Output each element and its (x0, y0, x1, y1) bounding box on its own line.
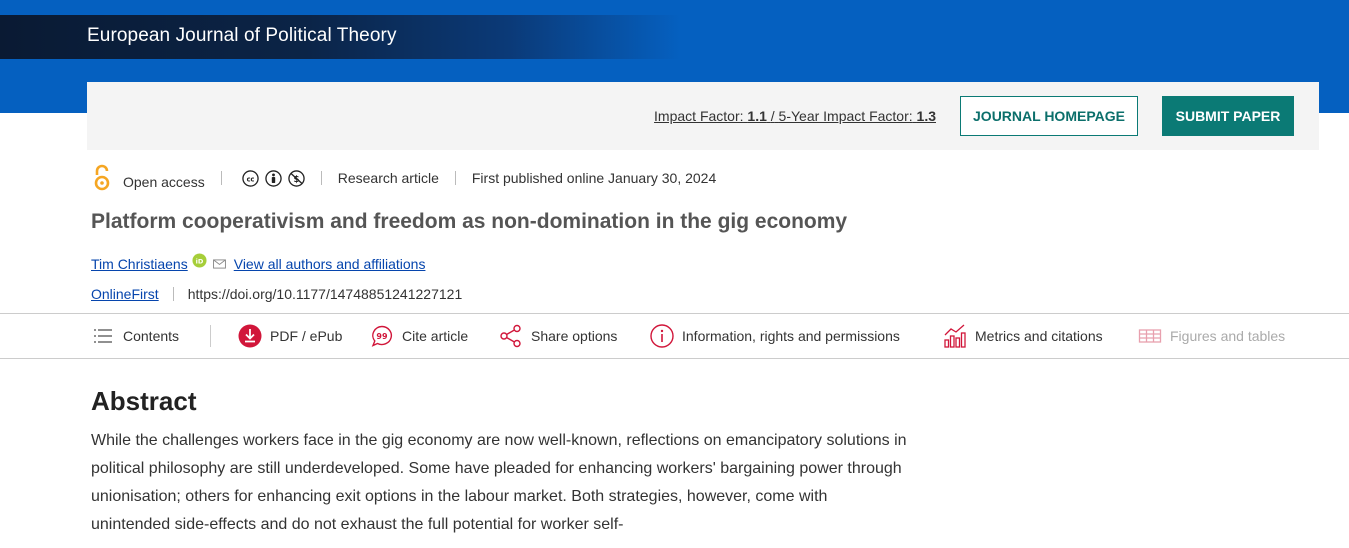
view-all-authors-link[interactable]: View all authors and affiliations (234, 256, 426, 272)
orcid-icon[interactable]: iD (192, 252, 207, 268)
attribution-icon (265, 169, 282, 187)
online-first-link[interactable]: OnlineFirst (91, 286, 159, 302)
svg-text:cc: cc (246, 175, 254, 183)
cite-article-label: Cite article (402, 328, 469, 344)
impact-factor-label: Impact Factor: (654, 108, 744, 124)
share-options-label: Share options (531, 328, 618, 344)
quote-bubble-icon: 99 (371, 325, 393, 347)
information-rights-label: Information, rights and permissions (682, 328, 900, 344)
toolbar-divider (210, 325, 211, 347)
svg-text:iD: iD (195, 257, 203, 265)
figures-tables-tool: Figures and tables (1138, 314, 1285, 358)
abstract-heading: Abstract (91, 386, 197, 416)
license-icons[interactable]: cc $ (242, 169, 305, 187)
non-commercial-icon: $ (288, 169, 305, 187)
information-rights-tool[interactable]: Information, rights and permissions (650, 314, 900, 358)
article-type: Research article (337, 170, 439, 186)
submit-paper-button[interactable]: SUBMIT PAPER (1162, 96, 1294, 136)
download-icon (238, 324, 262, 348)
open-access-label: Open access (123, 174, 205, 190)
impact-factor-link[interactable]: Impact Factor: 1.1 / 5-Year Impact Facto… (654, 108, 936, 124)
svg-text:99: 99 (376, 332, 388, 341)
contents-tool[interactable]: Contents (91, 314, 179, 358)
meta-divider (220, 171, 222, 185)
five-year-impact-label: 5-Year Impact Factor: (778, 108, 913, 124)
article-toolbar: Contents PDF / ePub 99 Cite article Shar… (0, 313, 1349, 359)
meta-divider (454, 171, 456, 185)
bar-chart-icon (944, 324, 966, 348)
publication-date: First published online January 30, 2024 (471, 170, 717, 186)
metrics-citations-tool[interactable]: Metrics and citations (943, 314, 1103, 358)
journal-title[interactable]: European Journal of Political Theory (87, 25, 397, 47)
metrics-citations-label: Metrics and citations (975, 328, 1103, 344)
table-icon (1138, 329, 1162, 343)
meta-divider (320, 171, 322, 185)
impact-divider: / (770, 108, 775, 124)
cite-article-tool[interactable]: 99 Cite article (370, 314, 468, 358)
list-icon (94, 329, 112, 343)
open-access-icon (94, 164, 110, 191)
impact-factor-value: 1.1 (747, 108, 767, 124)
doi-text[interactable]: https://doi.org/10.1177/1474885124122712… (188, 286, 463, 302)
share-options-tool[interactable]: Share options (499, 314, 617, 358)
journal-homepage-button[interactable]: JOURNAL HOMEPAGE (960, 96, 1138, 136)
contents-label: Contents (123, 328, 180, 344)
article-title: Platform cooperativism and freedom as no… (91, 210, 848, 233)
author-line: Tim Christiaens iD View all authors and … (91, 252, 426, 272)
pdf-epub-tool[interactable]: PDF / ePub (238, 314, 342, 358)
author-link[interactable]: Tim Christiaens (91, 256, 188, 272)
figures-tables-label: Figures and tables (1170, 328, 1286, 344)
five-year-impact-value: 1.3 (916, 108, 936, 124)
share-icon (500, 324, 521, 348)
creative-commons-icon: cc (242, 169, 259, 187)
doi-row: OnlineFirst https://doi.org/10.1177/1474… (91, 286, 462, 302)
journal-info-bar: Impact Factor: 1.1 / 5-Year Impact Facto… (87, 82, 1319, 150)
mail-icon[interactable] (212, 259, 226, 269)
doi-divider (172, 287, 174, 301)
article-meta-row: Open access cc $ Research article First … (91, 164, 716, 192)
abstract-text: While the challenges workers face in the… (91, 432, 907, 533)
pdf-epub-label: PDF / ePub (270, 328, 343, 344)
info-icon (650, 324, 674, 348)
